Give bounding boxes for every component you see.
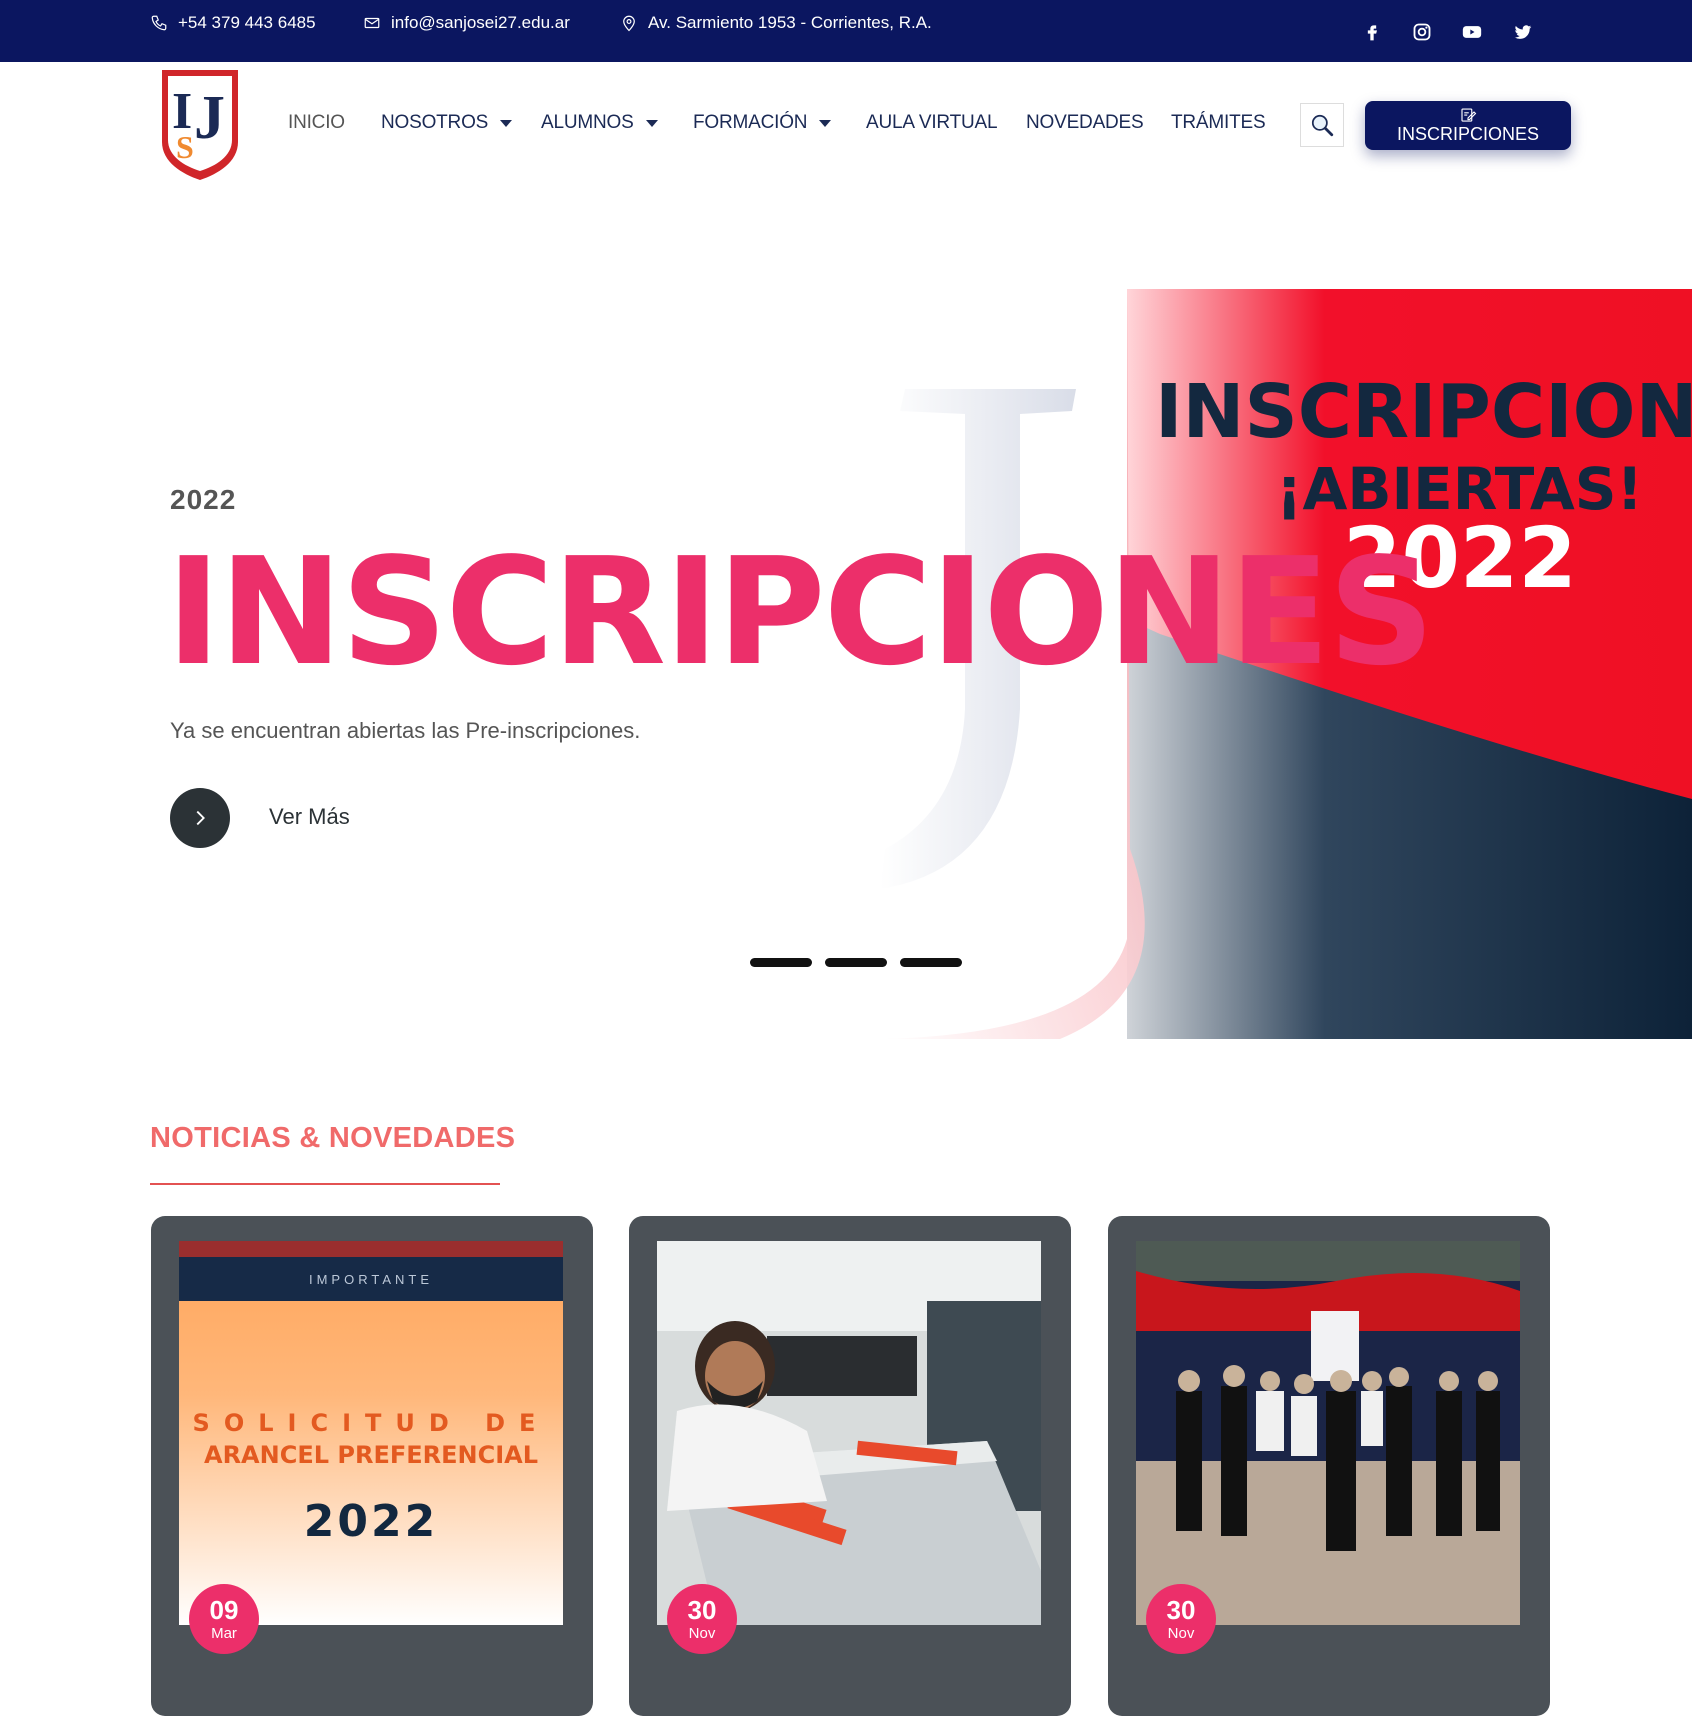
ceremony-photo [1136,1241,1520,1625]
location-pin-icon [623,15,635,32]
date-month: Nov [688,1625,716,1642]
news-card[interactable]: 30 Nov [1108,1216,1550,1716]
search-icon [1311,114,1334,137]
news-card-heading1: SOLICITUD DE [192,1409,550,1437]
date-day: 09 [209,1595,239,1625]
ver-mas-label[interactable]: Ver Más [269,804,350,830]
hero-year: 2022 [170,484,237,515]
top-bar: +54 379 443 6485 info@sanjosei27.edu.ar … [0,0,1692,62]
news-card-image[interactable]: IMPORTANTE SOLICITUD DE ARANCEL PREFEREN… [179,1241,563,1625]
news-card-image[interactable] [657,1241,1041,1625]
address-text: Av. Sarmiento 1953 - Corrientes, R.A. [648,13,932,32]
nav-alumnos[interactable]: ALUMNOS [541,112,658,134]
classroom-photo [657,1241,1041,1625]
news-tag: IMPORTANTE [179,1241,563,1301]
phone-icon [151,15,167,31]
inscripciones-button[interactable]: INSCRIPCIONES [1365,101,1571,150]
hero-title: INSCRIPCIONES [166,526,1435,698]
date-day: 30 [1166,1595,1196,1625]
nav-tramites-label: TRÁMITES [1171,112,1266,133]
nav-inicio[interactable]: INICIO [288,112,345,134]
caret-down-icon [645,119,658,127]
date-month: Mar [211,1625,237,1642]
banner-line1: INSCRIPCIONE [1155,369,1692,455]
twitter-icon[interactable] [1511,20,1535,44]
nav-novedades[interactable]: NOVEDADES [1026,112,1144,134]
date-badge: 30 Nov [1146,1584,1216,1654]
nav-nosotros[interactable]: NOSOTROS [381,112,513,134]
nav-formacion-label: FORMACIÓN [693,112,808,133]
edit-form-icon [1461,108,1477,122]
hero-subtitle: Ya se encuentran abiertas las Pre-inscri… [170,718,641,743]
instagram-icon[interactable] [1410,20,1434,44]
slider-dot-2[interactable] [825,958,887,967]
caret-down-icon [500,119,513,127]
inscripciones-button-label: INSCRIPCIONES [1396,124,1540,144]
news-card-image[interactable] [1136,1241,1520,1625]
date-day: 30 [687,1595,717,1625]
nav-formacion[interactable]: FORMACIÓN [693,112,832,134]
address-contact: Av. Sarmiento 1953 - Corrientes, R.A. [620,13,932,33]
date-badge: 30 Nov [667,1584,737,1654]
news-card[interactable]: 30 Nov [629,1216,1071,1716]
email-contact[interactable]: info@sanjosei27.edu.ar [363,13,570,33]
nav-nosotros-label: NOSOTROS [381,112,489,133]
nav-tramites[interactable]: TRÁMITES [1171,112,1266,134]
phone-text: +54 379 443 6485 [178,13,316,32]
mail-icon [364,17,380,29]
phone-contact[interactable]: +54 379 443 6485 [150,13,316,33]
school-logo[interactable]: I J S [158,66,242,184]
news-card-heading2: ARANCEL PREFERENCIAL [204,1441,538,1469]
nav-inicio-label: INICIO [288,112,345,133]
date-badge: 09 Mar [189,1584,259,1654]
nav-alumnos-label: ALUMNOS [541,112,634,133]
date-month: Nov [1167,1625,1195,1642]
nav-aula-virtual[interactable]: AULA VIRTUAL [866,112,998,134]
section-divider [150,1183,500,1185]
caret-down-icon [819,119,832,127]
email-text: info@sanjosei27.edu.ar [391,13,570,32]
svg-text:S: S [176,129,194,165]
nav-aula-virtual-label: AULA VIRTUAL [866,112,998,133]
slider-dot-1[interactable] [750,958,812,967]
chevron-right-icon [196,810,205,826]
search-button[interactable] [1300,103,1344,147]
news-card-year: 2022 [303,1496,439,1547]
youtube-icon[interactable] [1460,20,1484,44]
nav-novedades-label: NOVEDADES [1026,112,1144,133]
svg-text:J: J [194,84,225,152]
ver-mas-button[interactable] [170,788,230,848]
slider-dot-3[interactable] [900,958,962,967]
news-card[interactable]: IMPORTANTE SOLICITUD DE ARANCEL PREFEREN… [151,1216,593,1716]
news-section-title: NOTICIAS & NOVEDADES [150,1122,516,1154]
facebook-icon[interactable] [1360,20,1384,44]
